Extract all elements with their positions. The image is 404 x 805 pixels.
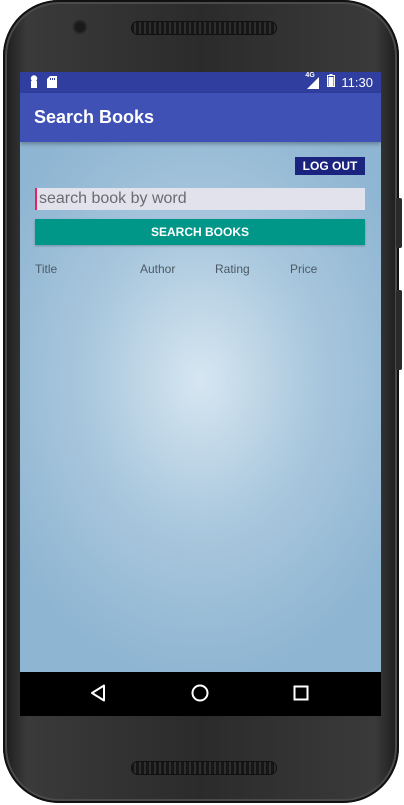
main-content: LOG OUT SEARCH BOOKS Title Author Rating… <box>20 142 381 672</box>
volume-button <box>396 290 402 370</box>
search-books-button[interactable]: SEARCH BOOKS <box>35 219 365 245</box>
device-screen: 4G 11:30 Search Books LOG OUT SEARCH BOO… <box>20 72 381 716</box>
battery-icon <box>327 74 336 90</box>
back-icon[interactable] <box>90 684 106 707</box>
recents-icon[interactable] <box>293 684 309 707</box>
navigation-bar <box>20 672 381 716</box>
page-title: Search Books <box>34 107 155 127</box>
signal-icon: 4G <box>305 72 321 89</box>
home-icon[interactable] <box>191 684 209 707</box>
clock: 11:30 <box>341 74 373 90</box>
column-header-rating: Rating <box>215 262 250 276</box>
status-bar: 4G 11:30 <box>20 72 381 93</box>
network-type-label: 4G <box>305 72 315 79</box>
logout-button[interactable]: LOG OUT <box>295 157 365 175</box>
front-camera <box>75 22 85 32</box>
power-button <box>396 198 402 248</box>
app-bar: Search Books <box>20 93 381 142</box>
search-input[interactable] <box>35 188 365 210</box>
column-header-author: Author <box>140 262 176 276</box>
column-header-price: Price <box>290 262 318 276</box>
column-header-title: Title <box>35 262 58 276</box>
bottom-speaker <box>131 761 277 775</box>
top-speaker <box>131 21 277 35</box>
sd-card-icon <box>47 75 57 93</box>
notification-icon <box>30 75 38 93</box>
